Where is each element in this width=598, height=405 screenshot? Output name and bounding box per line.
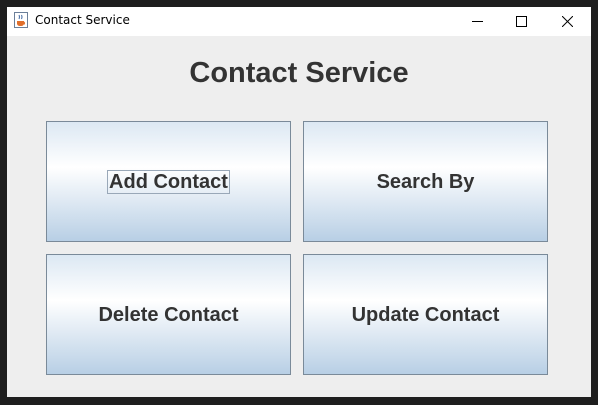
app-window: Contact Service Contact Service Add Cont… [7,7,591,397]
minimize-icon [471,12,483,31]
close-button[interactable] [544,7,590,36]
add-contact-label: Add Contact [107,169,230,194]
search-by-label: Search By [376,170,475,193]
window-title: Contact Service [35,13,130,27]
add-contact-button[interactable]: Add Contact [46,121,291,242]
update-contact-button[interactable]: Update Contact [303,254,548,375]
title-bar[interactable]: Contact Service [7,7,591,36]
search-by-button[interactable]: Search By [303,121,548,242]
java-cup-icon [14,12,28,28]
update-contact-label: Update Contact [351,303,500,326]
maximize-icon [515,12,527,31]
delete-contact-button[interactable]: Delete Contact [46,254,291,375]
maximize-button[interactable] [498,7,544,36]
close-icon [561,12,573,31]
minimize-button[interactable] [454,7,500,36]
delete-contact-label: Delete Contact [98,303,239,326]
page-title: Contact Service [189,57,409,89]
